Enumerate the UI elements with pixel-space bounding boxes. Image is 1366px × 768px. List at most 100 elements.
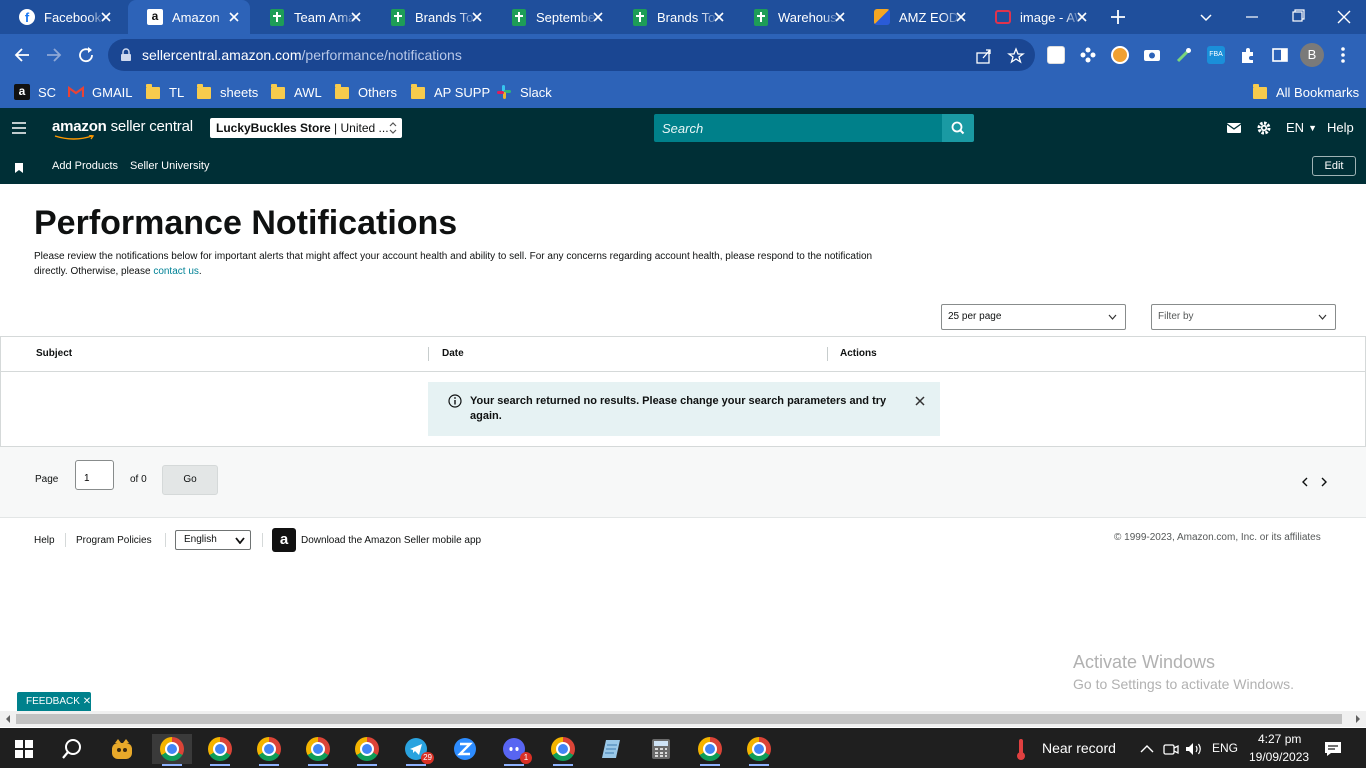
- filter-by-select[interactable]: Filter by: [1151, 304, 1336, 330]
- scrollbar-thumb[interactable]: [16, 714, 1342, 724]
- horizontal-scrollbar[interactable]: [0, 711, 1366, 727]
- tab-amazon[interactable]: a Amazon: [128, 0, 250, 34]
- help-link[interactable]: Help: [1327, 120, 1354, 135]
- chrome-profile-b-icon[interactable]: [152, 734, 192, 766]
- extension-circle-icon[interactable]: [1111, 46, 1129, 64]
- all-bookmarks[interactable]: All Bookmarks: [1252, 82, 1359, 102]
- tab-team-amazon[interactable]: Team Amazon: [250, 0, 372, 34]
- contact-us-link[interactable]: contact us: [153, 266, 199, 277]
- chrome-profile-k-icon[interactable]: [543, 734, 583, 766]
- seller-central-logo[interactable]: amazon seller central: [52, 118, 193, 140]
- bookmark-folder-sheets[interactable]: sheets: [196, 82, 258, 102]
- input-language[interactable]: ENG: [1212, 741, 1238, 755]
- browser-menu-icon[interactable]: [1338, 46, 1348, 64]
- bookmark-slack[interactable]: Slack: [496, 82, 552, 102]
- messages-envelope-icon[interactable]: [1226, 120, 1242, 136]
- footer-help-link[interactable]: Help: [34, 535, 55, 546]
- game-app-icon[interactable]: [102, 734, 142, 764]
- site-info-icon[interactable]: [120, 48, 132, 62]
- amazon-app-icon[interactable]: a: [272, 528, 296, 552]
- edit-nav-button[interactable]: Edit: [1312, 156, 1356, 176]
- chrome-profile-icon[interactable]: [347, 734, 387, 766]
- tray-chevron-up-icon[interactable]: [1136, 734, 1158, 764]
- nav-add-products[interactable]: Add Products: [52, 160, 118, 172]
- clock-time[interactable]: 4:27 pm: [1258, 732, 1301, 746]
- telegram-icon[interactable]: 29: [396, 734, 436, 766]
- close-tab-icon[interactable]: [1074, 9, 1090, 25]
- chrome-profile-j-icon[interactable]: [200, 734, 240, 766]
- tab-search-chevron-icon[interactable]: [1194, 6, 1218, 28]
- bookmark-folder-ap-supp[interactable]: AP SUPP: [410, 82, 490, 102]
- bookmark-folder-others[interactable]: Others: [334, 82, 397, 102]
- chrome-profile-j2-icon[interactable]: [298, 734, 338, 766]
- close-icon[interactable]: ✕: [83, 696, 91, 707]
- store-switcher[interactable]: LuckyBuckles Store | United ...: [210, 118, 402, 138]
- next-page-icon[interactable]: [1320, 477, 1328, 487]
- close-tab-icon[interactable]: [226, 9, 242, 25]
- page-number-input[interactable]: [75, 460, 114, 490]
- close-tab-icon[interactable]: [590, 9, 606, 25]
- share-icon[interactable]: [975, 47, 993, 65]
- bookmark-gmail[interactable]: GMAIL: [68, 82, 132, 102]
- feedback-tab[interactable]: FEEDBACK ✕: [17, 692, 91, 711]
- close-tab-icon[interactable]: [469, 9, 485, 25]
- close-tab-icon[interactable]: [832, 9, 848, 25]
- settings-gear-icon[interactable]: [1256, 120, 1272, 136]
- close-tab-icon[interactable]: [711, 9, 727, 25]
- bookmark-folder-awl[interactable]: AWL: [270, 82, 322, 102]
- chrome-profile-m-icon[interactable]: [249, 734, 289, 766]
- scroll-left-icon[interactable]: [4, 715, 12, 723]
- bookmark-sc[interactable]: a SC: [14, 82, 56, 102]
- bookmark-folder-tl[interactable]: TL: [145, 82, 184, 102]
- weather-text[interactable]: Near record: [1042, 740, 1116, 756]
- eyedropper-icon[interactable]: [1175, 46, 1193, 64]
- previous-page-icon[interactable]: [1301, 477, 1309, 487]
- camera-icon[interactable]: [1143, 46, 1161, 64]
- close-icon[interactable]: [914, 395, 926, 407]
- search-input[interactable]: [654, 114, 942, 142]
- chrome-profile-avatar-icon[interactable]: [690, 734, 730, 766]
- meet-now-camera-icon[interactable]: [1160, 734, 1182, 764]
- tab-september[interactable]: September: [492, 0, 614, 34]
- extensions-puzzle-icon[interactable]: [1239, 46, 1257, 64]
- nav-seller-university[interactable]: Seller University: [130, 160, 209, 172]
- chrome-profile-l-icon[interactable]: [739, 734, 779, 766]
- reload-icon[interactable]: [76, 45, 96, 65]
- close-window-icon[interactable]: [1332, 6, 1356, 28]
- tab-facebook[interactable]: f Facebook: [0, 0, 122, 34]
- go-button[interactable]: Go: [162, 465, 218, 495]
- notifications-icon[interactable]: [1320, 734, 1346, 764]
- clock-date[interactable]: 19/09/2023: [1249, 750, 1309, 764]
- volume-speaker-icon[interactable]: [1183, 734, 1205, 764]
- column-date[interactable]: Date: [442, 348, 464, 359]
- tab-brands-to-2[interactable]: Brands To: [613, 0, 735, 34]
- back-arrow-icon[interactable]: [12, 45, 32, 65]
- close-tab-icon[interactable]: [348, 9, 364, 25]
- minimize-window-icon[interactable]: [1240, 6, 1264, 28]
- language-selector[interactable]: EN ▼: [1286, 120, 1317, 135]
- profile-avatar[interactable]: B: [1300, 43, 1324, 67]
- hamburger-menu-icon[interactable]: [12, 121, 26, 134]
- close-tab-icon[interactable]: [953, 9, 969, 25]
- thermometer-weather-icon[interactable]: [1005, 734, 1037, 764]
- search-icon[interactable]: [52, 734, 92, 764]
- calculator-icon[interactable]: [641, 734, 681, 764]
- close-tab-icon[interactable]: [98, 9, 114, 25]
- tab-image-awl[interactable]: image - AWL: [976, 0, 1098, 34]
- bookmark-star-icon[interactable]: [1007, 47, 1025, 65]
- address-bar[interactable]: sellercentral.amazon.com/performance/not…: [108, 39, 1035, 71]
- search-button[interactable]: [942, 114, 974, 142]
- tab-amz-eod[interactable]: AMZ EOD: [855, 0, 977, 34]
- tab-warehouse[interactable]: Warehouse: [734, 0, 856, 34]
- scroll-right-icon[interactable]: [1354, 715, 1362, 723]
- column-subject[interactable]: Subject: [36, 348, 72, 359]
- per-page-select[interactable]: 25 per page: [941, 304, 1126, 330]
- windows-start-icon[interactable]: [4, 734, 44, 764]
- footer-language-select[interactable]: English: [175, 530, 251, 550]
- program-policies-link[interactable]: Program Policies: [76, 535, 152, 546]
- fba-extension-icon[interactable]: FBA: [1207, 46, 1225, 64]
- restore-window-icon[interactable]: [1286, 6, 1310, 28]
- tab-brands-to[interactable]: Brands To: [371, 0, 493, 34]
- notepad-app-icon[interactable]: [592, 734, 632, 764]
- extension-puzzle-dots-icon[interactable]: [1079, 46, 1097, 64]
